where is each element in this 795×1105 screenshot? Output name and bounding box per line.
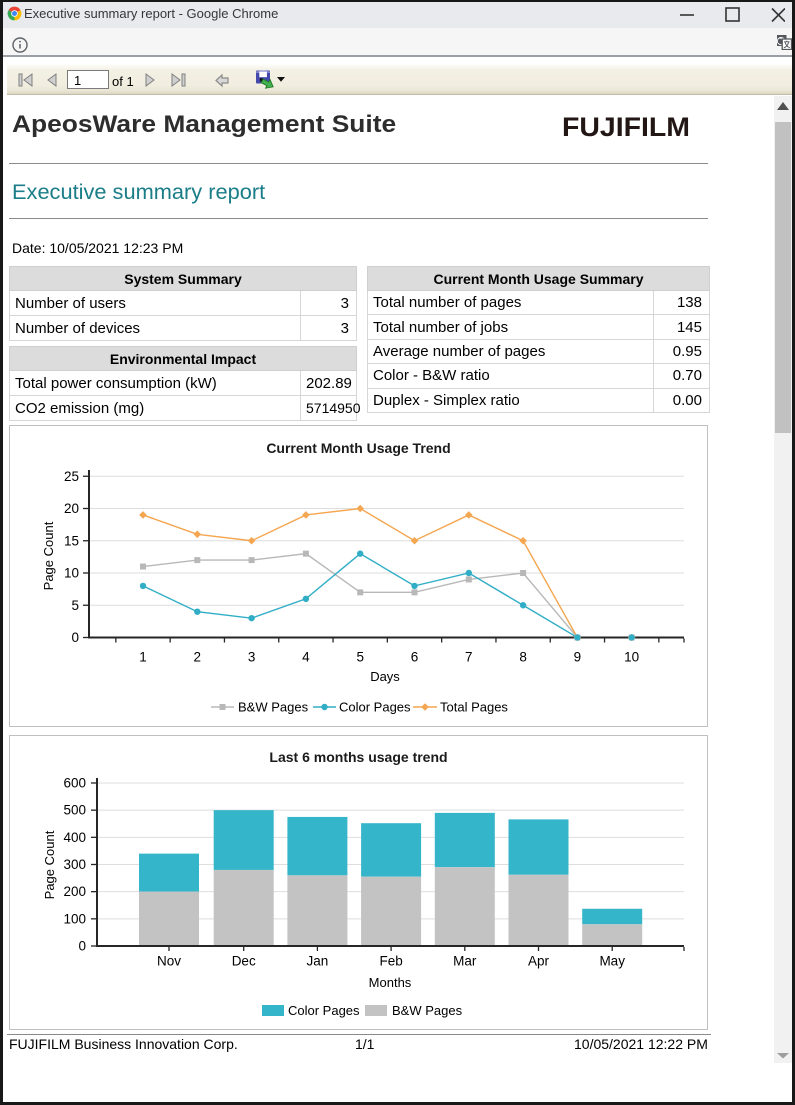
svg-text:0: 0 bbox=[71, 630, 79, 645]
svg-text:25: 25 bbox=[64, 469, 79, 484]
svg-text:3: 3 bbox=[248, 650, 256, 665]
svg-text:20: 20 bbox=[64, 501, 79, 516]
svg-text:Page Count: Page Count bbox=[41, 521, 56, 590]
svg-text:200: 200 bbox=[63, 884, 86, 899]
svg-text:300: 300 bbox=[63, 857, 86, 872]
svg-text:8: 8 bbox=[519, 650, 527, 665]
svg-text:B&W Pages: B&W Pages bbox=[238, 700, 309, 715]
svg-text:400: 400 bbox=[63, 830, 86, 845]
svg-text:4: 4 bbox=[302, 650, 310, 665]
svg-text:Jan: Jan bbox=[307, 954, 329, 969]
svg-text:600: 600 bbox=[63, 775, 86, 790]
svg-text:15: 15 bbox=[64, 533, 79, 548]
svg-text:B&W Pages: B&W Pages bbox=[392, 1003, 463, 1018]
svg-text:Total Pages: Total Pages bbox=[440, 700, 508, 715]
svg-text:Nov: Nov bbox=[157, 954, 181, 969]
svg-text:10: 10 bbox=[64, 566, 79, 581]
svg-text:5: 5 bbox=[356, 650, 364, 665]
svg-text:FUJIFILM: FUJIFILM bbox=[562, 114, 690, 140]
svg-text:Page Count: Page Count bbox=[42, 830, 57, 899]
svg-text:Feb: Feb bbox=[379, 954, 402, 969]
svg-text:Dec: Dec bbox=[232, 954, 256, 969]
svg-text:2: 2 bbox=[194, 650, 202, 665]
svg-text:5: 5 bbox=[71, 598, 79, 613]
svg-text:7: 7 bbox=[465, 650, 473, 665]
svg-text:0: 0 bbox=[78, 939, 86, 954]
svg-text:9: 9 bbox=[574, 650, 582, 665]
svg-text:500: 500 bbox=[63, 803, 86, 818]
svg-text:May: May bbox=[599, 954, 625, 969]
svg-text:Apr: Apr bbox=[528, 954, 550, 969]
svg-text:Days: Days bbox=[370, 669, 400, 684]
svg-text:Mar: Mar bbox=[453, 954, 477, 969]
svg-text:6: 6 bbox=[411, 650, 419, 665]
svg-text:10: 10 bbox=[624, 650, 639, 665]
svg-text:Months: Months bbox=[369, 975, 412, 990]
svg-text:Color Pages: Color Pages bbox=[288, 1003, 360, 1018]
svg-text:1: 1 bbox=[139, 650, 147, 665]
svg-text:100: 100 bbox=[63, 911, 86, 926]
svg-text:Color Pages: Color Pages bbox=[339, 700, 411, 715]
